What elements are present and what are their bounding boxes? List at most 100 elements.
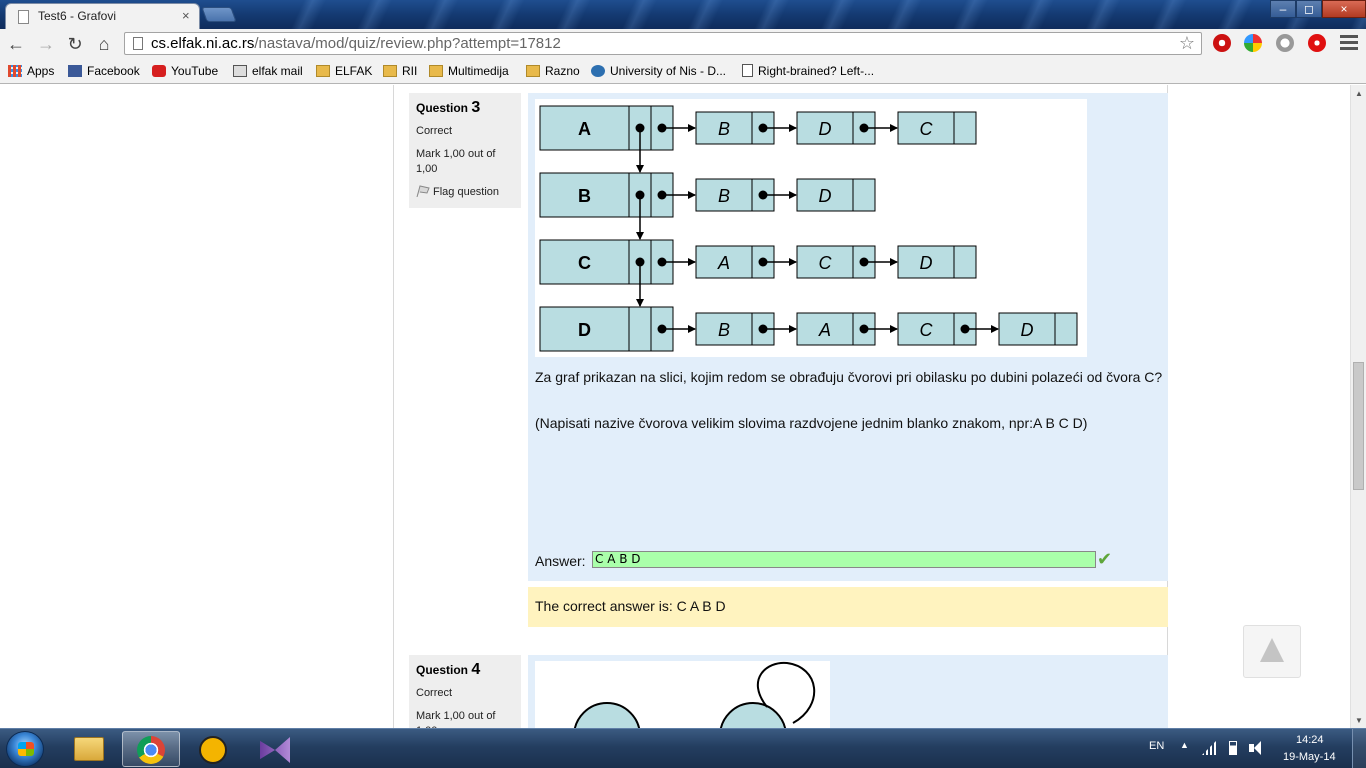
head-node-b [539,172,674,218]
list-cell [897,245,977,279]
scroll-up-icon[interactable]: ▲ [1355,89,1363,98]
head-label: C [578,253,591,273]
app-icon [199,736,227,764]
window-title-bar: Test6 - Grafovi × – ◻ × [0,0,1366,29]
folder-icon [429,65,443,77]
language-indicator[interactable]: EN [1149,740,1164,752]
folder-icon [383,65,397,77]
question-4-number: Question 4 [416,661,481,678]
windows-taskbar: EN ▲ 14:24 19-May-14 [0,728,1366,768]
screen: Test6 - Grafovi × – ◻ × ← → ↻ ⌂ cs.elfak… [0,0,1366,768]
head-node-a [539,105,674,151]
star-icon[interactable]: ☆ [1179,33,1195,54]
back-to-top-button[interactable] [1243,625,1301,678]
list-cell [998,312,1078,346]
question-4-formulation: A B [528,655,1168,728]
list-cell-label: D [1021,320,1034,340]
forward-arrow-icon[interactable]: → [35,33,57,55]
question-3-formulation: A B D C B B D C A C D D B A C D Za graf prikazan na sli… [528,93,1168,581]
answer-input[interactable]: C A B D [592,551,1096,568]
browser-tab[interactable]: Test6 - Grafovi × [5,3,200,29]
bookmark-right-brained[interactable]: Right-brained? Left-... [742,62,874,80]
tab-close-icon[interactable]: × [182,8,190,23]
alert-extension-icon[interactable] [1308,34,1326,52]
close-window-button[interactable]: × [1322,0,1366,18]
new-tab-button[interactable] [201,7,237,22]
taskbar-explorer[interactable] [60,731,118,767]
apps-icon [8,65,22,77]
page-favicon-icon [18,10,29,24]
list-cell-label: A [818,320,831,340]
battery-icon[interactable] [1229,741,1237,755]
taskbar-app[interactable] [184,731,242,767]
list-cell-label: B [718,320,730,340]
quiz-review-column: Question 3 Correct Mark 1,00 out of 1,00… [393,85,1168,728]
question-3-mark: Mark 1,00 out of 1,00 [416,148,496,175]
mail-icon [233,65,247,77]
volume-icon[interactable] [1249,741,1263,755]
correct-check-icon: ✔ [1097,549,1113,569]
address-bar[interactable]: cs.elfak.ni.ac.rs/nastava/mod/quiz/revie… [124,32,1202,55]
head-node-c [539,239,674,285]
menu-icon[interactable] [1340,35,1358,51]
graph-diagram: A B [535,661,830,728]
reload-icon[interactable]: ↻ [64,33,86,55]
facebook-icon [68,65,82,77]
adblock-extension-icon[interactable] [1213,34,1231,52]
maximize-button[interactable]: ◻ [1296,0,1322,18]
bookmark-apps[interactable]: Apps [8,62,54,80]
flag-icon [416,185,430,197]
clock-time[interactable]: 14:24 [1296,734,1324,746]
page-content: Question 3 Correct Mark 1,00 out of 1,00… [0,85,1350,728]
question-3-text: Za graf prikazan na slici, kojim redom s… [535,369,1163,385]
network-signal-icon[interactable] [1202,741,1216,755]
folder-icon [526,65,540,77]
question-3-outcome: The correct answer is: C A B D [528,587,1168,627]
bookmark-elfak-mail[interactable]: elfak mail [233,62,303,80]
bookmark-facebook[interactable]: Facebook [68,62,140,80]
scrollbar-thumb[interactable] [1353,362,1364,490]
list-cell-label: C [920,320,934,340]
vertical-scrollbar[interactable]: ▲ ▼ [1350,85,1366,728]
page-icon [133,37,143,50]
url-text[interactable]: cs.elfak.ni.ac.rs/nastava/mod/quiz/revie… [151,35,561,52]
bookmark-rii[interactable]: RII [383,62,417,80]
question-3-instruction: (Napisati nazive čvorova velikim slovima… [535,415,1088,431]
bookmark-university[interactable]: University of Nis - D... [591,62,726,80]
chrome-icon [137,736,165,764]
up-triangle-icon [1260,638,1284,662]
list-cell [796,178,876,212]
scroll-down-icon[interactable]: ▼ [1355,716,1363,725]
bookmark-elfak[interactable]: ELFAK [316,62,372,80]
bookmark-multimedija[interactable]: Multimedija [429,62,509,80]
head-label: D [578,320,591,340]
head-node-d [539,306,674,352]
folder-icon [316,65,330,77]
tray-expand-icon[interactable]: ▲ [1180,740,1189,750]
explorer-icon [74,737,104,761]
start-button[interactable] [6,731,44,767]
back-arrow-icon[interactable]: ← [5,33,27,55]
flag-question-link[interactable]: Flag question [416,185,514,198]
list-cell-label: D [819,186,832,206]
extension-icon[interactable] [1276,34,1294,52]
bookmark-razno[interactable]: Razno [526,62,580,80]
bookmark-youtube[interactable]: YouTube [152,62,218,80]
list-cell-label: A [717,253,730,273]
list-cell-label: C [920,119,934,139]
minimize-button[interactable]: – [1270,0,1296,18]
page-icon [742,64,753,77]
taskbar-visual-studio[interactable] [246,731,304,767]
clock-date[interactable]: 19-May-14 [1283,751,1336,763]
question-4-info: Question 4 Correct Mark 1,00 out of 1,00 [409,655,521,728]
browser-toolbar: ← → ↻ ⌂ cs.elfak.ni.ac.rs/nastava/mod/qu… [0,29,1366,58]
question-4-state: Correct [416,687,453,699]
university-icon [591,65,605,77]
question-3-state: Correct [416,125,453,137]
home-icon[interactable]: ⌂ [93,33,115,55]
tab-title: Test6 - Grafovi [38,9,117,23]
show-desktop-button[interactable] [1352,729,1366,768]
youtube-icon [152,65,166,77]
color-extension-icon[interactable] [1244,34,1262,52]
taskbar-chrome[interactable] [122,731,180,767]
